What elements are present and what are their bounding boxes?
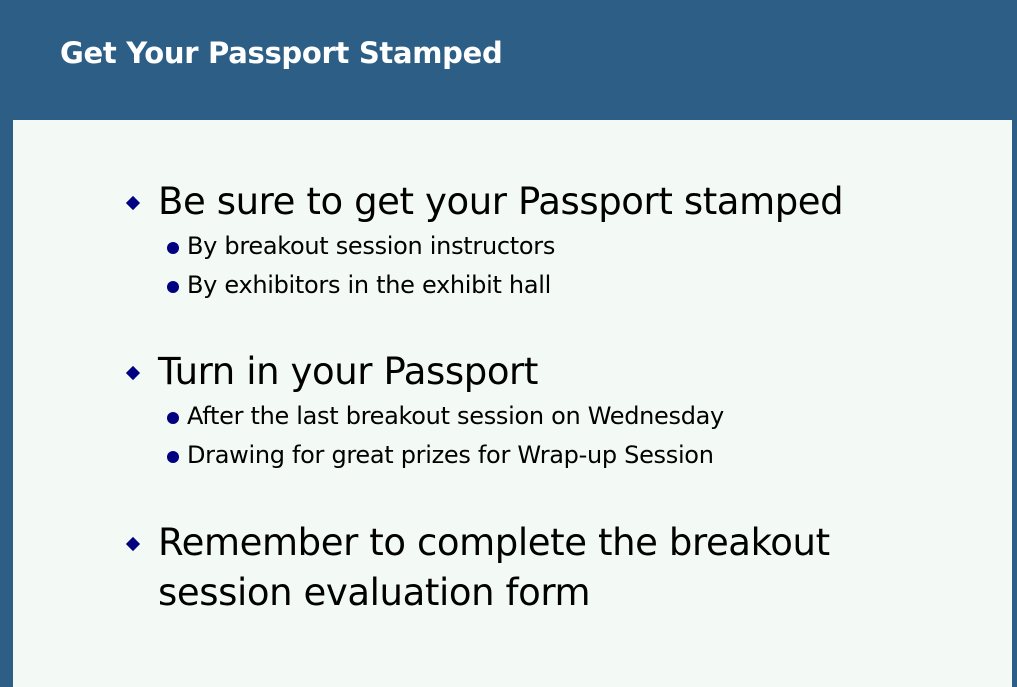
dot-bullet-icon <box>167 412 179 424</box>
sub-bullet-text: After the last breakout session on Wedne… <box>187 402 724 430</box>
sub-bullet-item: Drawing for great prizes for Wrap-up Ses… <box>125 436 1005 475</box>
sub-bullet-text: By exhibitors in the exhibit hall <box>187 271 551 299</box>
dot-bullet-icon <box>167 242 179 254</box>
main-bullet-text: Remember to complete the breakout sessio… <box>158 521 830 614</box>
sub-bullet-list: By breakout session instructors By exhib… <box>125 227 1005 305</box>
main-bullet-3: Remember to complete the breakout sessio… <box>125 518 845 618</box>
dot-bullet-icon <box>167 281 179 293</box>
dot-bullet-icon <box>167 451 179 463</box>
content-panel: Be sure to get your Passport stamped By … <box>13 120 1012 687</box>
sub-bullet-text: Drawing for great prizes for Wrap-up Ses… <box>187 441 714 469</box>
bullet-group-1: Be sure to get your Passport stamped By … <box>125 177 1005 305</box>
main-bullet-text: Turn in your Passport <box>158 350 538 393</box>
bullet-group-3: Remember to complete the breakout sessio… <box>125 518 845 618</box>
bullet-group-2: Turn in your Passport After the last bre… <box>125 347 1005 475</box>
diamond-bullet-icon <box>125 536 141 552</box>
sub-bullet-text: By breakout session instructors <box>187 232 556 260</box>
main-bullet-2: Turn in your Passport <box>125 347 1005 397</box>
sub-bullet-list: After the last breakout session on Wedne… <box>125 397 1005 475</box>
main-bullet-text: Be sure to get your Passport stamped <box>158 180 844 223</box>
sub-bullet-item: By breakout session instructors <box>125 227 1005 266</box>
diamond-bullet-icon <box>125 195 141 211</box>
slide-title: Get Your Passport Stamped <box>60 36 503 70</box>
sub-bullet-item: By exhibitors in the exhibit hall <box>125 266 1005 305</box>
sub-bullet-item: After the last breakout session on Wedne… <box>125 397 1005 436</box>
main-bullet-1: Be sure to get your Passport stamped <box>125 177 1005 227</box>
diamond-bullet-icon <box>125 365 141 381</box>
